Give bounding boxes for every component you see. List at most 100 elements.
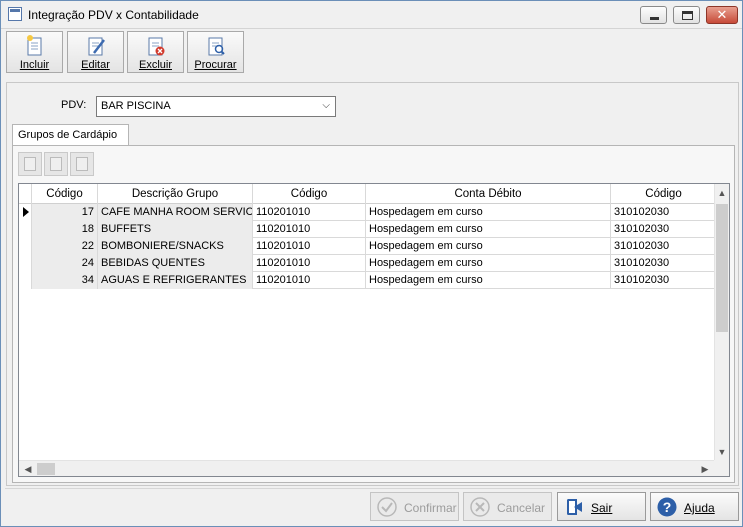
vertical-scroll-thumb[interactable] (716, 204, 728, 332)
disabled-edit-icon (50, 157, 62, 171)
cell-codigo-debito[interactable]: 110201010 (253, 272, 366, 289)
column-header-descricao-grupo[interactable]: Descrição Grupo (98, 184, 253, 204)
search-document-icon (208, 37, 225, 56)
scroll-down-icon[interactable]: ▼ (715, 445, 729, 459)
main-window: Integração PDV x Contabilidade ✕ Incluir… (0, 0, 743, 527)
cell-codigo-credito[interactable]: 310102030 (611, 255, 716, 272)
cell-codigo-credito[interactable]: 310102030 (611, 221, 716, 238)
cell-descricao[interactable]: AGUAS E REFRIGERANTES (98, 272, 253, 289)
column-header-codigo[interactable]: Código (32, 184, 98, 204)
excluir-button[interactable]: Excluir (127, 31, 184, 73)
table-row[interactable]: 22 BOMBONIERE/SNACKS 110201010 Hospedage… (19, 238, 716, 255)
scrollbar-corner (714, 460, 729, 476)
cell-codigo[interactable]: 17 (32, 204, 98, 221)
grid-add-button[interactable] (18, 152, 42, 176)
grid-edit-button[interactable] (44, 152, 68, 176)
cell-codigo-credito[interactable]: 310102030 (611, 272, 716, 289)
cell-codigo-debito[interactable]: 110201010 (253, 255, 366, 272)
cell-descricao[interactable]: BEBIDAS QUENTES (98, 255, 253, 272)
row-indicator (19, 221, 32, 238)
title-bar[interactable]: Integração PDV x Contabilidade ✕ (1, 1, 742, 29)
pdv-select-value: BAR PISCINA (101, 100, 171, 112)
confirmar-label: Confirmar (404, 501, 457, 515)
horizontal-scrollbar[interactable]: ◀ ▶ (19, 460, 714, 476)
excluir-label: Excluir (138, 59, 172, 71)
ajuda-label: Ajuda (684, 501, 715, 515)
main-panel: PDV: BAR PISCINA ⌵ Grupos de Cardápio Có… (6, 82, 739, 486)
tab-grupos-de-cardapio[interactable]: Grupos de Cardápio (12, 124, 129, 146)
minimize-button[interactable] (640, 6, 667, 24)
cell-conta-debito[interactable]: Hospedagem em curso (366, 238, 611, 255)
incluir-label: Incluir (19, 59, 50, 71)
cell-codigo[interactable]: 22 (32, 238, 98, 255)
table-row[interactable]: 34 AGUAS E REFRIGERANTES 110201010 Hospe… (19, 272, 716, 289)
exit-door-icon (567, 499, 582, 515)
svg-text:?: ? (663, 499, 672, 515)
indicator-header (19, 184, 32, 204)
incluir-button[interactable]: Incluir (6, 31, 63, 73)
table-row[interactable]: 18 BUFFETS 110201010 Hospedagem em curso… (19, 221, 716, 238)
tab-panel: Código Descrição Grupo Código Conta Débi… (12, 145, 735, 483)
edit-document-icon (88, 37, 105, 56)
cancelar-button[interactable]: Cancelar (463, 492, 552, 521)
cell-conta-debito[interactable]: Hospedagem em curso (366, 204, 611, 221)
cancelar-label: Cancelar (497, 501, 546, 515)
confirmar-button[interactable]: Confirmar (370, 492, 459, 521)
new-document-icon (27, 35, 42, 56)
scroll-right-icon[interactable]: ▶ (698, 462, 712, 476)
cell-conta-debito[interactable]: Hospedagem em curso (366, 272, 611, 289)
cell-codigo-debito[interactable]: 110201010 (253, 221, 366, 238)
editar-label: Editar (81, 59, 110, 71)
cell-conta-debito[interactable]: Hospedagem em curso (366, 255, 611, 272)
maximize-icon (682, 11, 693, 20)
minimize-icon (650, 17, 659, 20)
procurar-label: Procurar (194, 59, 237, 71)
cell-codigo-debito[interactable]: 110201010 (253, 238, 366, 255)
table-row[interactable]: 17 CAFE MANHA ROOM SERVICE 110201010 Hos… (19, 204, 716, 221)
window-title: Integração PDV x Contabilidade (28, 8, 199, 22)
column-header-codigo-credito[interactable]: Código (611, 184, 716, 204)
scroll-left-icon[interactable]: ◀ (21, 462, 35, 476)
data-grid[interactable]: Código Descrição Grupo Código Conta Débi… (18, 183, 730, 477)
cell-descricao[interactable]: BOMBONIERE/SNACKS (98, 238, 253, 255)
maximize-button[interactable] (673, 6, 700, 24)
pdv-select[interactable]: BAR PISCINA ⌵ (96, 96, 336, 117)
cancel-circle-icon (470, 497, 490, 517)
table-row[interactable]: 24 BEBIDAS QUENTES 110201010 Hospedagem … (19, 255, 716, 272)
close-icon: ✕ (716, 7, 728, 22)
vertical-scrollbar[interactable]: ▲ ▼ (714, 184, 729, 461)
check-circle-icon (377, 497, 397, 517)
chevron-down-icon: ⌵ (322, 100, 330, 111)
pdv-label: PDV: (61, 99, 87, 111)
column-header-conta-debito[interactable]: Conta Débito (366, 184, 611, 204)
sair-label: Sair (591, 501, 613, 515)
grid-delete-button[interactable] (70, 152, 94, 176)
horizontal-scroll-thumb[interactable] (37, 463, 55, 475)
current-row-arrow-icon (23, 207, 29, 217)
cell-codigo-debito[interactable]: 110201010 (253, 204, 366, 221)
disabled-delete-icon (76, 157, 88, 171)
row-indicator (19, 255, 32, 272)
scroll-up-icon[interactable]: ▲ (715, 186, 729, 200)
ajuda-button[interactable]: ? Ajuda (650, 492, 739, 521)
close-button[interactable]: ✕ (706, 6, 738, 24)
editar-button[interactable]: Editar (67, 31, 124, 73)
cell-descricao[interactable]: BUFFETS (98, 221, 253, 238)
row-indicator (19, 204, 32, 221)
bottom-divider (5, 488, 740, 489)
help-icon: ? (657, 497, 677, 517)
cell-codigo[interactable]: 34 (32, 272, 98, 289)
cell-codigo[interactable]: 24 (32, 255, 98, 272)
app-icon[interactable] (8, 7, 22, 21)
cell-descricao[interactable]: CAFE MANHA ROOM SERVICE (98, 204, 253, 221)
delete-document-icon (148, 37, 165, 56)
cell-codigo-credito[interactable]: 310102030 (611, 204, 716, 221)
cell-conta-debito[interactable]: Hospedagem em curso (366, 221, 611, 238)
cell-codigo-credito[interactable]: 310102030 (611, 238, 716, 255)
disabled-add-icon (24, 157, 36, 171)
column-header-codigo-debito[interactable]: Código (253, 184, 366, 204)
procurar-button[interactable]: Procurar (187, 31, 244, 73)
cell-codigo[interactable]: 18 (32, 221, 98, 238)
sair-button[interactable]: Sair (557, 492, 646, 521)
row-indicator (19, 238, 32, 255)
